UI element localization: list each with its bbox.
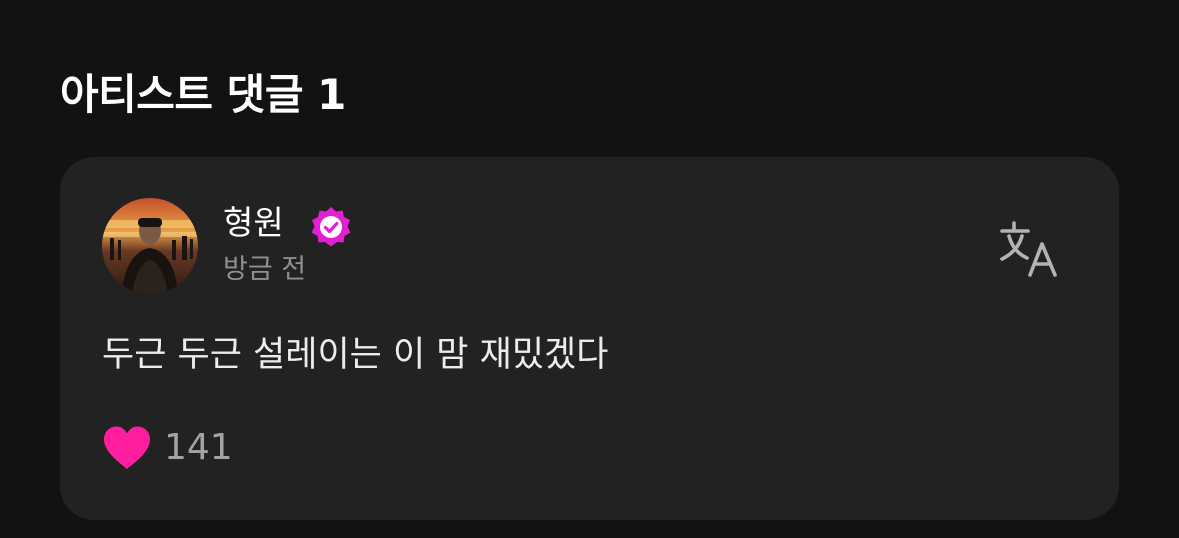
like-button[interactable]: 141: [102, 423, 233, 473]
author-avatar[interactable]: [102, 198, 198, 294]
heart-icon: [104, 426, 150, 469]
comment-text: 두근 두근 설레이는 이 맘 재밌겠다: [102, 335, 609, 375]
like-count: 141: [164, 427, 233, 468]
author-name[interactable]: 형원: [223, 201, 284, 245]
comment-card[interactable]: 형원 방금 전 두근 두근 설레이는 이 맘 재밌겠다 141: [60, 157, 1119, 520]
avatar-photo: [102, 198, 198, 294]
verified-badge-icon: [309, 205, 353, 249]
artist-comments-page: 아티스트 댓글 1 형원 방금 전 두근 두근 설레이는 이 맘 재밌겠다 14…: [0, 0, 1179, 538]
translate-button[interactable]: [998, 219, 1062, 279]
translate-icon: [1000, 221, 1057, 277]
comment-timestamp: 방금 전: [223, 254, 307, 285]
section-title: 아티스트 댓글 1: [60, 70, 346, 119]
